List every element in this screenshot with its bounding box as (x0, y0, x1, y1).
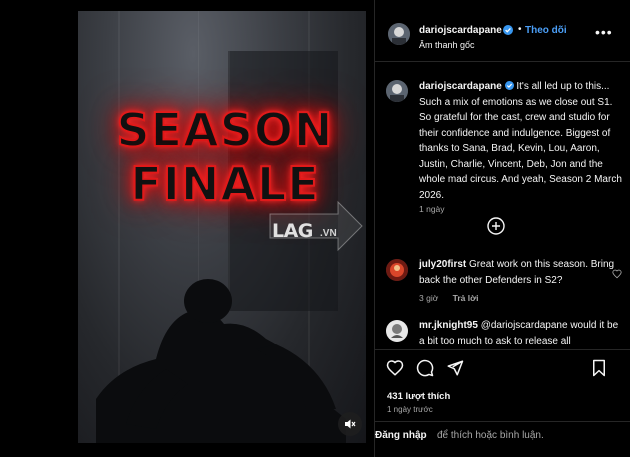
heart-icon[interactable] (386, 359, 404, 377)
post-date: 1 ngày trước (387, 405, 433, 414)
load-more-plus-icon[interactable] (487, 217, 505, 235)
media-column: SEASON FINALE LAG .VN (0, 0, 374, 457)
commenter-username[interactable]: mr.jknight95 (419, 320, 478, 331)
login-prompt-text: để thích hoặc bình luận. (437, 430, 544, 441)
post-actions-bar: 431 lượt thích 1 ngày trước (375, 349, 630, 421)
commenter-avatar[interactable] (386, 320, 408, 342)
post-header: dariojscardapane • Theo dõi Âm thanh gốc… (375, 0, 630, 62)
caption-author-avatar[interactable] (386, 80, 408, 102)
comment-timestamp: 3 giờ (419, 293, 439, 303)
comment-meta: 3 giờ Trả lời (419, 293, 491, 303)
commenter-avatar[interactable] (386, 259, 408, 281)
mute-icon (345, 419, 356, 429)
more-options-icon[interactable]: ••• (595, 24, 613, 40)
login-prompt: Đăng nhập để thích hoặc bình luận. (375, 421, 630, 457)
separator-dot: • (518, 24, 522, 35)
follow-button[interactable]: Theo dõi (525, 25, 567, 36)
watermark-text: LAG (272, 220, 313, 242)
verified-badge-icon (504, 81, 514, 90)
post-side-panel: dariojscardapane • Theo dõi Âm thanh gốc… (374, 0, 630, 457)
login-link[interactable]: Đăng nhập (375, 430, 427, 441)
video-title-line-1: SEASON (116, 102, 334, 158)
commenter-username[interactable]: july20first (419, 259, 466, 270)
video-title-overlay: SEASON FINALE (100, 102, 350, 212)
watermark-suffix: .VN (320, 228, 337, 239)
comment-like-heart-icon[interactable] (612, 269, 622, 279)
likes-count[interactable]: 431 lượt thích (387, 391, 450, 402)
caption-author-username[interactable]: dariojscardapane (419, 81, 502, 92)
comment-icon[interactable] (416, 359, 434, 377)
caption-body: It's all led up to this... Such a mix of… (419, 81, 622, 201)
mute-button[interactable] (338, 412, 362, 436)
share-icon[interactable] (446, 359, 464, 377)
site-watermark-logo: LAG .VN (268, 196, 364, 258)
author-username[interactable]: dariojscardapane (419, 25, 502, 36)
reply-button[interactable]: Trả lời (453, 293, 479, 303)
comment-text-block: mr.jknight95 @dariojscardapane would it … (419, 318, 625, 349)
comments-section[interactable]: dariojscardapane It's all led up to this… (375, 63, 630, 349)
bookmark-icon[interactable] (590, 359, 608, 377)
verified-badge-icon (503, 25, 513, 35)
audio-label[interactable]: Âm thanh gốc (419, 40, 475, 50)
author-avatar[interactable] (388, 23, 410, 45)
comment-text-block: july20first Great work on this season. B… (419, 257, 625, 288)
kneeling-figure-silhouette (96, 279, 346, 443)
caption-timestamp: 1 ngày (419, 204, 445, 214)
caption-text-block: dariojscardapane It's all led up to this… (419, 79, 625, 203)
post-modal: SEASON FINALE LAG .VN dariojscardapane •… (0, 0, 630, 457)
